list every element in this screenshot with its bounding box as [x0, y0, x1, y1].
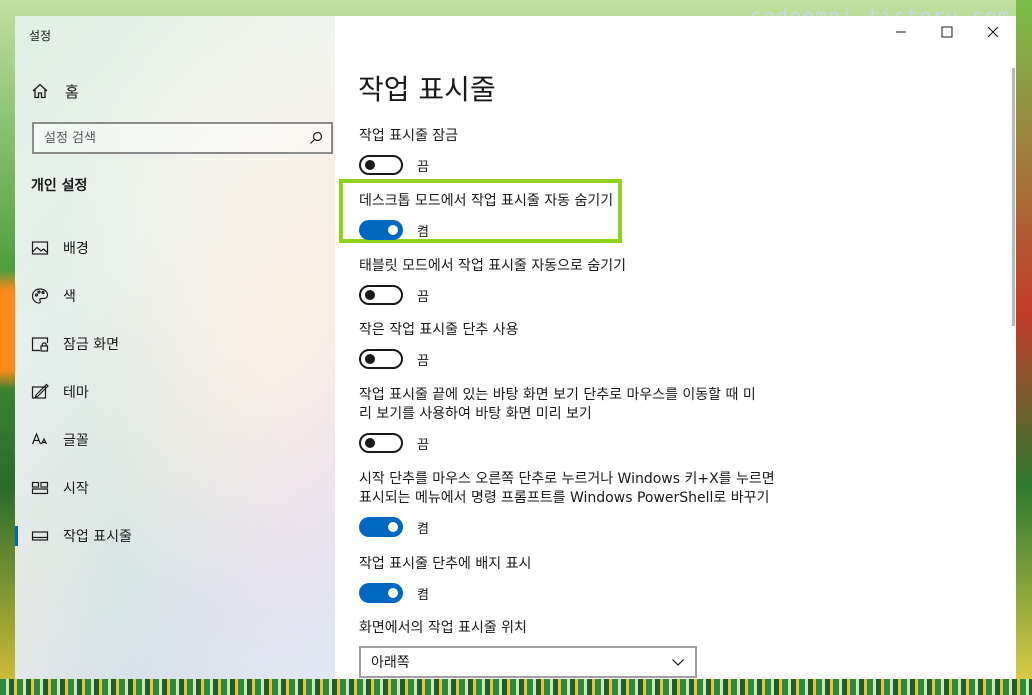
setting-label: 작업 표시줄 단추에 배지 표시	[359, 556, 532, 572]
toggle-knob	[365, 354, 375, 364]
setting-label: 화면에서의 작업 표시줄 위치	[359, 620, 527, 636]
theme-icon	[31, 383, 49, 399]
toggle-knob	[388, 588, 398, 598]
start-icon	[31, 481, 49, 495]
setting-badges: 작업 표시줄 단추에 배지 표시 켬	[359, 555, 531, 603]
settings-window: 설정 홈 개인 설정 배경	[15, 16, 1016, 679]
sidebar-item-label: 잠금 화면	[63, 337, 119, 353]
minimize-button[interactable]	[878, 16, 924, 48]
sidebar-item-start[interactable]: 시작	[15, 464, 335, 512]
setting-peek: 작업 표시줄 끝에 있는 바탕 화면 보기 단추로 마우스를 이동할 때 미 리…	[359, 386, 756, 453]
toggle-switch[interactable]	[359, 349, 403, 369]
search-box[interactable]	[32, 122, 333, 154]
setting-label: 작은 작업 표시줄 단추 사용	[359, 322, 519, 338]
setting-label: 데스크톱 모드에서 작업 표시줄 자동 숨기기	[359, 193, 614, 209]
lock-screen-icon	[31, 337, 49, 352]
maximize-icon	[941, 26, 953, 38]
toggle-state: 끔	[417, 353, 429, 369]
sidebar-nav: 배경 색 잠금 화면 테마 글꼴 시작 작업 표시줄	[15, 224, 335, 560]
taskbar-position-dropdown[interactable]: 아래쪽	[359, 646, 697, 678]
toggle-state: 끔	[417, 289, 429, 305]
sidebar-item-lock-screen[interactable]: 잠금 화면	[15, 320, 335, 368]
taskbar-icon	[31, 531, 49, 541]
sidebar-item-label: 작업 표시줄	[63, 529, 132, 545]
palette-icon	[31, 288, 49, 304]
setting-label: 시작 단추를 마우스 오른쪽 단추로 누르거나 Windows 키+X를 누르면…	[359, 471, 775, 506]
home-label: 홈	[65, 82, 79, 101]
sidebar-item-label: 배경	[63, 241, 89, 257]
toggle-switch[interactable]	[359, 517, 403, 537]
toggle-switch[interactable]	[359, 155, 403, 175]
picture-icon	[31, 241, 49, 255]
toggle-switch[interactable]	[359, 433, 403, 453]
setting-auto-hide-desktop: 데스크톱 모드에서 작업 표시줄 자동 숨기기 켬	[359, 192, 613, 240]
setting-small-buttons: 작은 작업 표시줄 단추 사용 끔	[359, 321, 518, 369]
toggle-knob	[365, 160, 375, 170]
sidebar-item-taskbar[interactable]: 작업 표시줄	[15, 512, 335, 560]
toggle-state: 켬	[417, 224, 429, 240]
setting-powershell: 시작 단추를 마우스 오른쪽 단추로 누르거나 Windows 키+X를 누르면…	[359, 470, 775, 537]
chevron-down-icon	[672, 659, 684, 666]
scrollbar[interactable]	[1012, 68, 1015, 326]
app-title: 설정	[29, 29, 52, 43]
setting-label: 작업 표시줄 끝에 있는 바탕 화면 보기 단추로 마우스를 이동할 때 미 리…	[359, 387, 756, 422]
maximize-button[interactable]	[924, 16, 970, 48]
close-icon	[987, 26, 999, 38]
home-icon	[32, 83, 48, 99]
sidebar-item-font[interactable]: 글꼴	[15, 416, 335, 464]
dropdown-value: 아래쪽	[371, 655, 410, 671]
minimize-icon	[896, 31, 906, 33]
section-title: 개인 설정	[31, 178, 88, 194]
wallpaper-right-strip	[1016, 0, 1032, 695]
sidebar-item-label: 글꼴	[63, 433, 89, 449]
sidebar-item-background[interactable]: 배경	[15, 224, 335, 272]
sidebar-item-theme[interactable]: 테마	[15, 368, 335, 416]
setting-auto-hide-tablet: 태블릿 모드에서 작업 표시줄 자동으로 숨기기 끔	[359, 257, 626, 305]
close-button[interactable]	[970, 16, 1016, 48]
search-icon[interactable]	[309, 131, 323, 145]
toggle-switch[interactable]	[359, 285, 403, 305]
search-input[interactable]	[42, 129, 309, 147]
toggle-knob	[365, 290, 375, 300]
toggle-state: 켬	[417, 521, 429, 537]
toggle-state: 끔	[417, 437, 429, 453]
sidebar-item-label: 색	[63, 289, 76, 305]
toggle-switch[interactable]	[359, 220, 403, 240]
sidebar: 설정 홈 개인 설정 배경	[15, 16, 335, 679]
toggle-knob	[388, 522, 398, 532]
sidebar-item-color[interactable]: 색	[15, 272, 335, 320]
setting-lock-taskbar: 작업 표시줄 잠금 끔	[359, 127, 458, 175]
window-controls	[878, 16, 1016, 48]
main-content: 작업 표시줄 작업 표시줄 잠금 끔 데스크톱 모드에서 작업 표시줄 자동 숨…	[335, 16, 1016, 679]
toggle-knob	[388, 225, 398, 235]
home-nav-item[interactable]: 홈	[31, 80, 79, 102]
page-title: 작업 표시줄	[358, 73, 496, 106]
setting-label: 태블릿 모드에서 작업 표시줄 자동으로 숨기기	[359, 258, 626, 274]
font-icon	[31, 432, 48, 445]
toggle-knob	[365, 438, 375, 448]
toggle-switch[interactable]	[359, 583, 403, 603]
toggle-state: 끔	[417, 159, 429, 175]
sidebar-item-label: 시작	[63, 481, 89, 497]
wallpaper-bottom-strip	[0, 679, 1032, 695]
toggle-state: 켬	[417, 587, 429, 603]
setting-label: 작업 표시줄 잠금	[359, 128, 459, 144]
sidebar-item-label: 테마	[63, 385, 89, 401]
setting-position: 화면에서의 작업 표시줄 위치	[359, 619, 527, 638]
